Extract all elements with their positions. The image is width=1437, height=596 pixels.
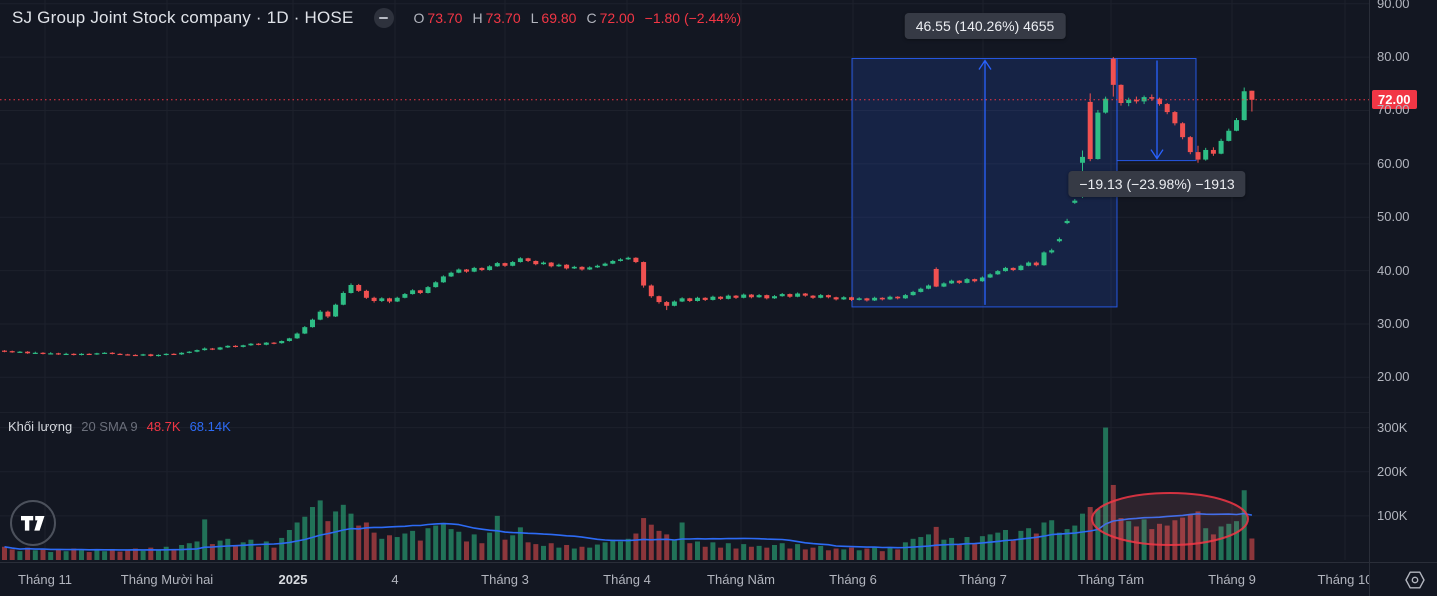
- volume-legend-title: Khối lượng: [8, 419, 73, 434]
- volume-current-value: 48.7K: [146, 419, 181, 434]
- tradingview-logo-glyph: [21, 515, 45, 531]
- price-tick-label: 70.00: [1377, 102, 1410, 118]
- price-tick-label: 80.00: [1377, 49, 1410, 65]
- scales-corner: [1369, 562, 1437, 596]
- measure-up-tooltip[interactable]: 46.55 (140.26%) 4655: [904, 13, 1066, 39]
- low-key: L: [530, 10, 539, 26]
- tradingview-chart-window: SJ Group Joint Stock company · 1D · HOSE…: [0, 0, 1437, 596]
- scale-settings-icon[interactable]: [1405, 571, 1425, 589]
- low-value: 69.80: [541, 10, 577, 26]
- volume-tick-label: 300K: [1377, 419, 1408, 435]
- price-tick-label: 40.00: [1377, 262, 1410, 278]
- close-value: 72.00: [599, 10, 635, 26]
- time-tick-label: Tháng 9: [1208, 572, 1256, 587]
- open-value: 73.70: [427, 10, 463, 26]
- minus-icon: [379, 17, 389, 19]
- price-tick-label: 90.00: [1377, 0, 1410, 11]
- tradingview-logo[interactable]: [10, 500, 56, 546]
- change-value: −1.80 (−2.44%): [644, 10, 742, 26]
- time-tick-label: Tháng Tám: [1077, 572, 1145, 587]
- time-scale[interactable]: Tháng 11 Tháng Mười hai 2025 4 Tháng 3 Tháng …: [0, 562, 1369, 596]
- time-tick-label: Tháng 10: [1317, 572, 1369, 587]
- high-value: 73.70: [485, 10, 521, 26]
- time-tick-label: Tháng 3: [481, 572, 529, 587]
- time-tick-label: 2025: [278, 572, 308, 587]
- price-tick-label: 20.00: [1377, 369, 1410, 385]
- price-tick-label: 60.00: [1377, 155, 1410, 171]
- ohlc-values: O 73.70 H 73.70 L 69.80 C 72.00 −1.80 (−2.44…: [414, 10, 742, 26]
- price-tick-label: 30.00: [1377, 315, 1410, 331]
- measure-down-tooltip[interactable]: −19.13 (−23.98%) −1913: [1068, 171, 1246, 197]
- time-tick-label: Tháng 11: [18, 572, 72, 587]
- volume-tick-label: 200K: [1377, 463, 1408, 479]
- time-tick-label: 4: [391, 572, 399, 587]
- price-scale[interactable]: 72.00 90.00 80.00 70.00 60.00 50.00 40.00 30.0…: [1369, 0, 1437, 562]
- chart-canvas[interactable]: [0, 0, 1369, 562]
- time-tick-label: Tháng Mười hai: [120, 572, 214, 587]
- symbol-legend: SJ Group Joint Stock company · 1D · HOSE…: [12, 8, 741, 28]
- close-key: C: [586, 10, 597, 26]
- time-tick-label: Tháng 6: [829, 572, 877, 587]
- volume-ma-value: 68.14K: [189, 419, 231, 434]
- volume-legend: Khối lượng 20 SMA 9 48.7K 68.14K: [8, 419, 231, 434]
- time-tick-label: Tháng 7: [959, 572, 1007, 587]
- time-tick-label: Tháng 4: [603, 572, 651, 587]
- volume-tick-label: 100K: [1377, 507, 1408, 523]
- legend-minus-button[interactable]: [373, 8, 394, 28]
- open-key: O: [413, 10, 425, 26]
- volume-legend-params: 20 SMA 9: [81, 419, 138, 434]
- price-tick-label: 50.00: [1377, 209, 1410, 225]
- high-key: H: [472, 10, 483, 26]
- symbol-title: SJ Group Joint Stock company · 1D · HOSE: [12, 8, 354, 27]
- time-tick-label: Tháng Năm: [707, 572, 775, 587]
